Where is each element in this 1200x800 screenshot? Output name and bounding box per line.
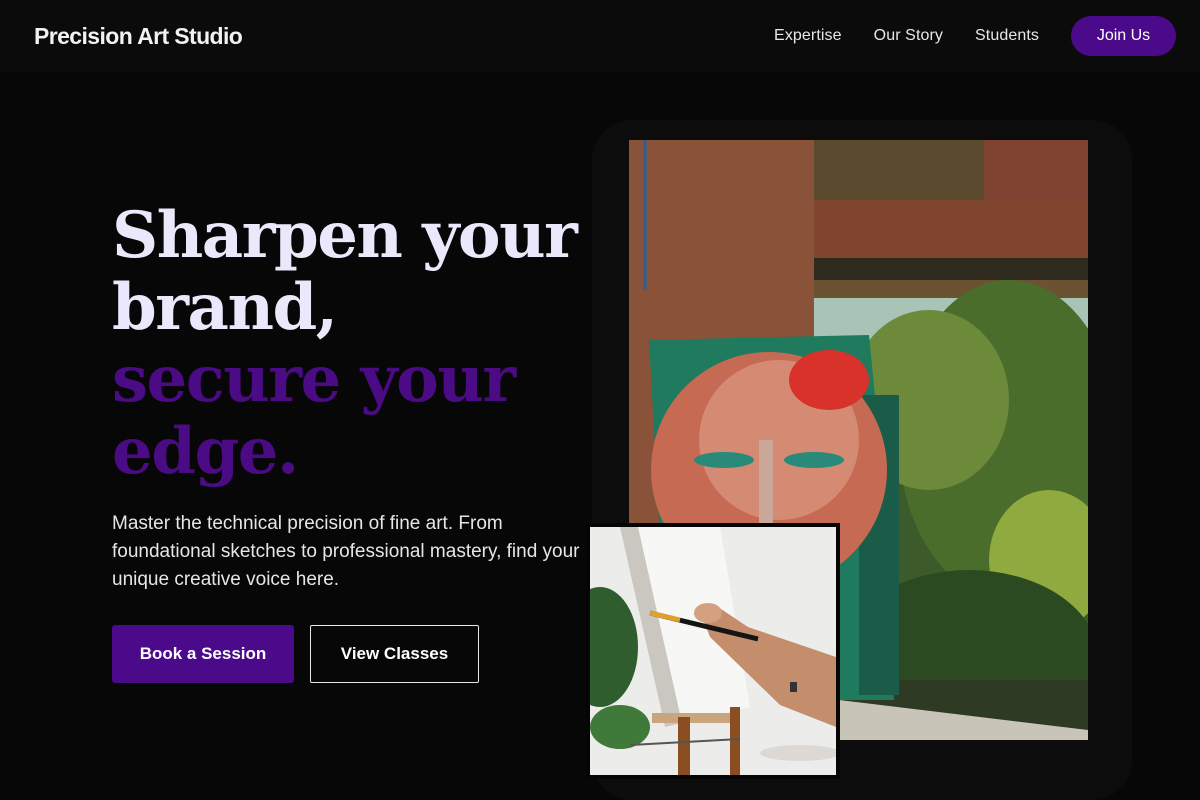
hero-description: Master the technical precision of fine a…: [112, 513, 580, 590]
brand-logo-text[interactable]: Precision Art Studio: [34, 23, 243, 50]
secondary-image-frame: [586, 523, 840, 779]
nav-links: Expertise Our Story Students Join Us: [742, 16, 1176, 56]
headline-line-2: brand,: [112, 270, 338, 345]
view-classes-button[interactable]: View Classes: [310, 625, 479, 683]
headline-accent-line-1: secure your: [112, 342, 516, 417]
nav-link-students[interactable]: Students: [975, 27, 1039, 45]
headline-accent-line-2: edge.: [112, 414, 299, 489]
hero-headline: Sharpen your brand, secure your edge.: [112, 200, 592, 488]
painting-hand-image: [590, 527, 836, 775]
join-us-button[interactable]: Join Us: [1071, 16, 1176, 56]
top-navigation: Precision Art Studio Expertise Our Story…: [0, 0, 1200, 72]
nav-link-our-story[interactable]: Our Story: [874, 27, 943, 45]
nav-link-expertise[interactable]: Expertise: [774, 27, 842, 45]
book-session-button[interactable]: Book a Session: [112, 625, 294, 683]
headline-line-1: Sharpen your: [112, 198, 578, 273]
